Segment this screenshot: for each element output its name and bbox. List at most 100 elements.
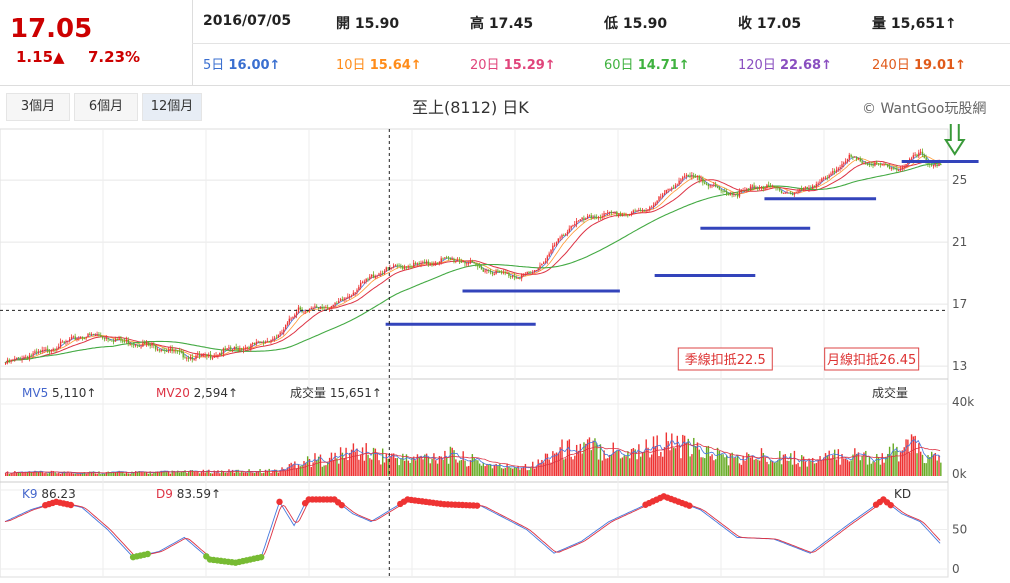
candle-body [339,299,342,301]
candle-body [367,278,369,280]
tab-6-months[interactable]: 6個月 [74,93,138,121]
volume-bar [554,453,556,476]
volume-bar [314,453,316,476]
candle-body [920,151,922,153]
candle-body [14,358,16,360]
candle-body [473,261,475,263]
candle-body [519,277,521,279]
volume-bar [519,469,521,476]
volume-bar [175,472,177,476]
candle-body [186,357,188,359]
volume-bar [629,458,631,476]
volume-bar [698,449,700,476]
ma-60: 60日 14.71↑ [604,58,690,73]
stock-chart[interactable]: 季線扣抵22.5 月線扣抵26.45 13 17 21 25 40k 0k 50 0 MV5 5… [0,124,1010,583]
volume-bar [660,451,662,476]
candle-body [727,194,730,196]
volume-bar [142,472,144,476]
candle-body [698,175,700,180]
candle-body [828,175,830,178]
volume-bar [321,466,323,476]
candle-body [810,187,812,189]
volume-bar [455,459,457,476]
candle-body [510,276,512,278]
candle-body [854,156,856,158]
volume-bar [766,461,768,476]
candle-body [403,266,406,269]
volume-bar [444,450,446,476]
volume-bar [691,454,693,476]
volume-bar [281,467,283,476]
volume-bar [442,459,444,476]
candle-body [740,190,743,192]
candle-body [918,152,920,157]
volume-bar [316,460,318,476]
volume-bar [537,459,539,476]
candle-body [41,350,43,352]
volume-bar [447,463,450,476]
candle-body [433,263,435,265]
candle-body [930,164,933,166]
candle-body [114,339,117,342]
volume-bar [510,467,512,476]
volume-bar [575,444,578,476]
volume-bar [69,473,71,476]
candle-body [446,257,448,259]
tab-3-months[interactable]: 3個月 [6,93,70,121]
candle-body [328,307,331,309]
d9-legend: D9 83.59↑ [156,487,221,501]
candle-body [682,177,684,180]
volume-bar [601,460,603,476]
volume-bar [369,458,371,476]
volume-bar [929,457,931,476]
volume-bar [645,439,647,476]
volume-bar [347,460,349,476]
candle-body [643,209,646,212]
candle-body [81,336,84,338]
candle-body [30,355,33,357]
candle-body [588,215,591,217]
candle-body [865,163,867,165]
candle-body [782,192,785,194]
volume-bar [438,456,441,476]
volume-bar [484,466,486,476]
volume-bar [870,463,872,476]
volume-bar [548,459,550,476]
volume-bar [920,451,922,476]
candle-body [334,302,336,305]
candle-body [731,193,733,195]
candle-body [467,262,470,264]
volume-panel-label: 成交量 [872,385,908,400]
volume-bar [779,451,781,476]
candle-body [661,194,664,197]
kd-panel-label: KD [894,487,911,501]
candle-body [226,348,228,350]
volume-bar [760,448,763,476]
tab-12-months[interactable]: 12個月 [142,93,202,121]
candle-body [310,307,313,309]
volume-bar [751,455,754,476]
candle-body [208,354,210,357]
candle-body [835,169,838,172]
candle-body [934,164,937,166]
candle-body [261,341,263,343]
candle-body [502,272,505,274]
volume-bar [383,462,386,476]
candle-body [356,289,358,293]
candle-body [797,191,799,193]
volume-bar [727,465,730,476]
candle-body [649,207,651,210]
volume-bar [837,449,840,476]
candle-body [905,164,907,167]
k9-legend: K9 86.23 [22,487,76,501]
candle-body [764,188,766,190]
volume-bar [363,460,366,476]
volume-bar [381,448,384,476]
volume-bar [376,452,378,476]
candle-body [32,353,34,356]
volume-bar [641,451,644,476]
annotation-label: 月線扣抵26.45 [827,352,916,368]
candle-body [145,343,148,345]
volume-bar [936,460,938,476]
volume-bar [133,472,135,476]
